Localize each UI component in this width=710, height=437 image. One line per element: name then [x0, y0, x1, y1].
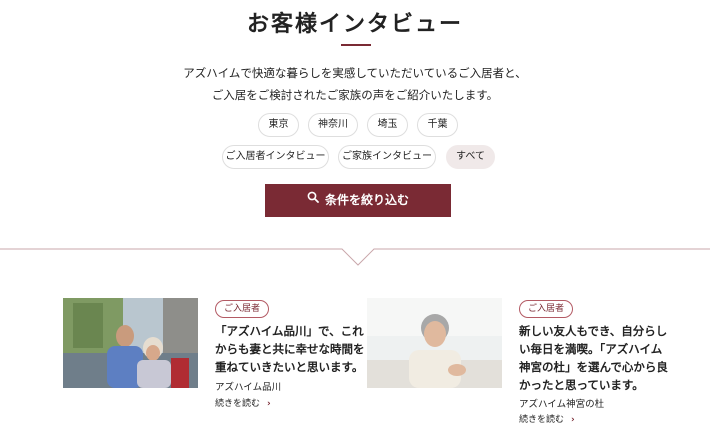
card-1-title-line: 重ねていきたいと思います。: [215, 360, 364, 374]
chip-family-interview[interactable]: ご家族インタビュー: [338, 145, 436, 169]
read-more-label: 続きを読む: [215, 399, 261, 409]
filter-submit-button[interactable]: 条件を絞り込む: [265, 184, 451, 217]
card-2-title-line: 新しい友人もでき、自分らし: [519, 324, 668, 338]
chip-chiba[interactable]: 千葉: [417, 113, 458, 137]
card-1-badge: ご入居者: [215, 300, 270, 318]
card-1-place: アズハイム品川: [215, 382, 282, 393]
chip-saitama[interactable]: 埼玉: [367, 113, 408, 137]
card-2-badge: ご入居者: [519, 300, 574, 318]
intro-line-2: ご入居をご検討されたご家族の声をご紹介いたします。: [211, 88, 499, 102]
section-divider: [0, 248, 710, 266]
chevron-right-icon: ›: [571, 415, 575, 425]
read-more-label: 続きを読む: [519, 415, 565, 425]
card-2-title-line: い毎日を満喫。「アズハイム: [519, 342, 663, 356]
card-2-place: アズハイム神宮の杜: [519, 399, 605, 410]
title-underline: [341, 44, 371, 46]
chevron-right-icon: ›: [267, 399, 271, 409]
chip-resident-interview[interactable]: ご入居者インタビュー: [222, 145, 329, 169]
card-1-read-more-link[interactable]: 続きを読む ›: [215, 396, 271, 409]
chip-all[interactable]: すべて: [446, 145, 495, 169]
chip-kanagawa[interactable]: 神奈川: [308, 113, 358, 137]
card-1-title-line: 「アズハイム品川」で、これ: [215, 324, 364, 338]
elderly-woman-photo[interactable]: [367, 298, 502, 388]
page-title: お客様インタビュー: [246, 11, 463, 37]
filter-submit-label: 条件を絞り込む: [324, 193, 409, 207]
card-2-read-more-link[interactable]: 続きを読む ›: [519, 412, 575, 425]
card-2-title[interactable]: 新しい友人もでき、自分らし い毎日を満喫。「アズハイム 神宮の杜」を選んで心から…: [519, 322, 668, 394]
intro-line-1: アズハイムで快適な暮らしを実感していただいているご入居者と、: [183, 66, 527, 80]
card-1-title[interactable]: 「アズハイム品川」で、これ からも妻と共に幸せな時間を 重ねていきたいと思います…: [215, 322, 365, 376]
card-2-title-line: 神宮の杜」を選んで心から良: [519, 360, 668, 374]
elderly-couple-photo[interactable]: [63, 298, 198, 388]
search-icon: [307, 183, 319, 216]
card-2-title-line: かったと思っています。: [519, 378, 644, 392]
chip-tokyo[interactable]: 東京: [258, 113, 299, 137]
card-1-title-line: からも妻と共に幸せな時間を: [215, 342, 365, 356]
intro-text: アズハイムで快適な暮らしを実感していただいているご入居者と、 ご入居をご検討され…: [0, 62, 710, 106]
